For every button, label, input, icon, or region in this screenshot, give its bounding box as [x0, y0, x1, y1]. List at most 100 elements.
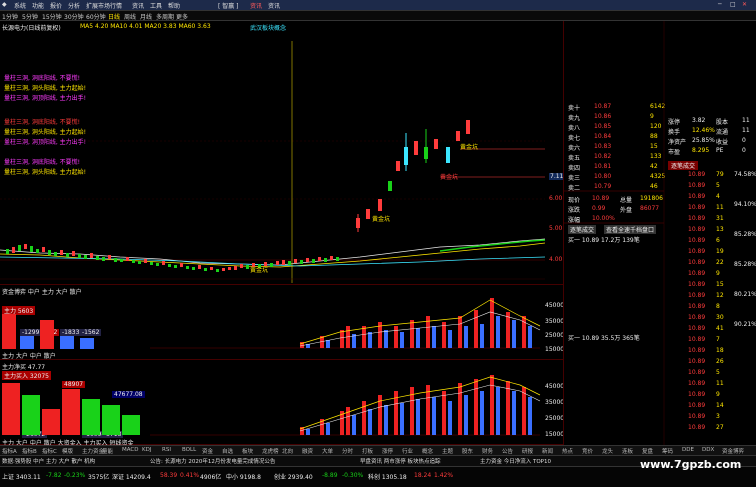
tab-news-2[interactable]: 资讯 — [268, 1, 280, 10]
bottom-tab-25[interactable]: 公告 — [502, 447, 513, 455]
tab-news[interactable]: 资讯 — [250, 1, 262, 10]
title-bar: ◆ 系统 功能 报价 分析 扩展市场行情 资讯 工具 帮助 [ 智赢 ] 资讯 … — [0, 0, 756, 11]
panel-b-canvas — [2, 375, 541, 436]
index-star-pct: 1.42% — [434, 472, 454, 479]
bottom-tab-2[interactable]: 指标C — [42, 447, 57, 455]
index-sh-change: -7.82 — [46, 472, 62, 479]
main-capital-panel[interactable]: 主力净买 47.77 主力买入 32075 -26072 48907 -1009… — [0, 361, 565, 447]
period-more[interactable]: 更多 — [176, 12, 188, 21]
period-1min[interactable]: 1分钟 — [2, 12, 18, 21]
index-gem[interactable]: 创业 2939.40 — [274, 472, 313, 481]
bottom-tab-29[interactable]: 竞价 — [582, 447, 593, 455]
index-sh-pct: -0.23% — [64, 472, 86, 479]
order-book-panel: 卖十 10.87 6142 卖九 10.86 9 卖八 10.85 120 卖七… — [563, 21, 756, 445]
panel-a-tick-4: 15000 — [545, 346, 565, 353]
bottom-tab-3[interactable]: 模版 — [62, 447, 73, 455]
index-sz[interactable]: 深证 14209.4 — [112, 472, 151, 481]
bottom-tab-26[interactable]: 研报 — [522, 447, 533, 455]
panel-b-tick-4: 15000 — [545, 431, 565, 438]
menu-info[interactable]: 资讯 — [132, 1, 144, 10]
period-5min[interactable]: 5分钟 — [22, 12, 38, 21]
bottom-tab-18[interactable]: 打板 — [362, 447, 373, 455]
period-60min[interactable]: 60分钟 — [86, 12, 106, 21]
bottom-tab-14[interactable]: 北向 — [282, 447, 293, 455]
bottom-tab-5[interactable]: 量能 — [102, 447, 113, 455]
bottom-tab-33[interactable]: 筹码 — [662, 447, 673, 455]
panel-b-tick-1: 45000 — [545, 383, 565, 390]
menu-tools[interactable]: 工具 — [150, 1, 162, 10]
panel-a-tick-3: 25000 — [545, 332, 565, 339]
index-star[interactable]: 科创 1305.18 — [368, 472, 407, 481]
bottom-tab-36[interactable]: 资金博弈 — [722, 447, 744, 455]
period-day[interactable]: 日线 — [108, 12, 120, 21]
marker-golden-pit-2: 黄金坑 — [460, 144, 479, 151]
bottom-tab-21[interactable]: 概念 — [422, 447, 433, 455]
bottom-tab-32[interactable]: 复盘 — [642, 447, 653, 455]
kline-canvas — [0, 41, 546, 283]
close-icon[interactable]: ✕ — [742, 1, 747, 8]
bottom-tab-30[interactable]: 龙头 — [602, 447, 613, 455]
watermark-text: www.7gpzb.com — [640, 458, 742, 471]
bottom-tab-6[interactable]: MACD — [122, 447, 139, 453]
capital-game-panel[interactable]: 资金博弈 中户 主力 大户 散户 主力 5603 -1299 4032 -183… — [0, 286, 565, 360]
bottom-tab-9[interactable]: BOLL — [182, 447, 196, 453]
order-book-canvas — [564, 21, 665, 445]
panel-a-bars — [300, 298, 532, 348]
kline-chart[interactable]: 长源电力(日线前复权) MA5 4.20 MA10 4.01 MA20 3.83… — [0, 21, 565, 285]
menu-analysis[interactable]: 分析 — [68, 1, 80, 10]
ticker-item-4[interactable]: 主力资金 今日净流入 TOP10 — [480, 457, 551, 465]
app-logo-icon: ◆ — [2, 1, 7, 8]
bottom-tab-7[interactable]: KDJ — [142, 447, 151, 453]
ticker-item-2[interactable]: 公告: 长源电力 2020年12月份发电量完成情况公告 — [150, 457, 275, 465]
period-month[interactable]: 月线 — [140, 12, 152, 21]
app-title: [ 智赢 ] — [218, 3, 239, 10]
bottom-tab-19[interactable]: 涨停 — [382, 447, 393, 455]
bottom-tab-15[interactable]: 融资 — [302, 447, 313, 455]
menu-quote[interactable]: 报价 — [50, 1, 62, 10]
bottom-tab-31[interactable]: 连板 — [622, 447, 633, 455]
index-gem-change: -8.89 — [322, 472, 338, 479]
menu-function[interactable]: 功能 — [32, 1, 44, 10]
bottom-tab-35[interactable]: DDX — [702, 447, 714, 453]
indicator-tabs: 指标A 指标B 指标C 模版 主力资金 量能 MACD KDJ RSI BOLL 资金 自选 板块 龙虎榜… — [0, 445, 756, 455]
bottom-tab-11[interactable]: 自选 — [222, 447, 233, 455]
bottom-tab-20[interactable]: 行业 — [402, 447, 413, 455]
period-week[interactable]: 周线 — [124, 12, 136, 21]
bottom-tab-12[interactable]: 板块 — [242, 447, 253, 455]
price-tick-6: 6.00 — [549, 195, 563, 202]
maximize-icon[interactable]: □ — [730, 1, 736, 8]
period-multi[interactable]: 多周期 — [156, 12, 174, 21]
index-sme[interactable]: 中小 9198.8 — [226, 472, 261, 481]
bottom-tab-16[interactable]: 大单 — [322, 447, 333, 455]
index-sz-change: 58.39 — [160, 472, 178, 479]
bottom-tab-13[interactable]: 龙虎榜 — [262, 447, 279, 455]
bottom-tab-27[interactable]: 新闻 — [542, 447, 553, 455]
index-star-change: 18.24 — [414, 472, 432, 479]
bottom-tab-34[interactable]: DDE — [682, 447, 694, 453]
bottom-tab-8[interactable]: RSI — [162, 447, 171, 453]
ticker-item-3[interactable]: 早盘资讯 两市涨停 板块热点追踪 — [360, 457, 441, 465]
marker-golden-pit-1: 黄金坑 — [372, 216, 391, 223]
bottom-tab-28[interactable]: 热点 — [562, 447, 573, 455]
index-gem-pct: -0.30% — [342, 472, 364, 479]
index-sh[interactable]: 上证 3403.11 — [2, 472, 41, 481]
bottom-tab-0[interactable]: 指标A — [2, 447, 17, 455]
menu-system[interactable]: 系统 — [14, 1, 26, 10]
menu-extended-market[interactable]: 扩展市场行情 — [86, 1, 122, 10]
period-30min[interactable]: 30分钟 — [64, 12, 84, 21]
panel-b-tick-2: 35000 — [545, 399, 565, 406]
ticker-item-1[interactable]: 数据:强势股 中户 主力 大户 散户 机构 — [2, 457, 95, 465]
bottom-tab-17[interactable]: 分时 — [342, 447, 353, 455]
index-sz-pct: 0.41% — [180, 472, 200, 479]
index-sz-amount: 4906亿 — [200, 474, 222, 481]
bottom-tab-10[interactable]: 资金 — [202, 447, 213, 455]
bottom-tab-22[interactable]: 主题 — [442, 447, 453, 455]
bottom-tab-1[interactable]: 指标B — [22, 447, 37, 455]
period-15min[interactable]: 15分钟 — [42, 12, 62, 21]
bottom-tab-23[interactable]: 股东 — [462, 447, 473, 455]
panel-a-canvas — [2, 298, 541, 349]
bottom-tab-24[interactable]: 财务 — [482, 447, 493, 455]
bottom-tab-4[interactable]: 主力资金 — [82, 447, 104, 455]
minimize-icon[interactable]: ─ — [718, 1, 722, 8]
menu-help[interactable]: 帮助 — [168, 1, 180, 10]
